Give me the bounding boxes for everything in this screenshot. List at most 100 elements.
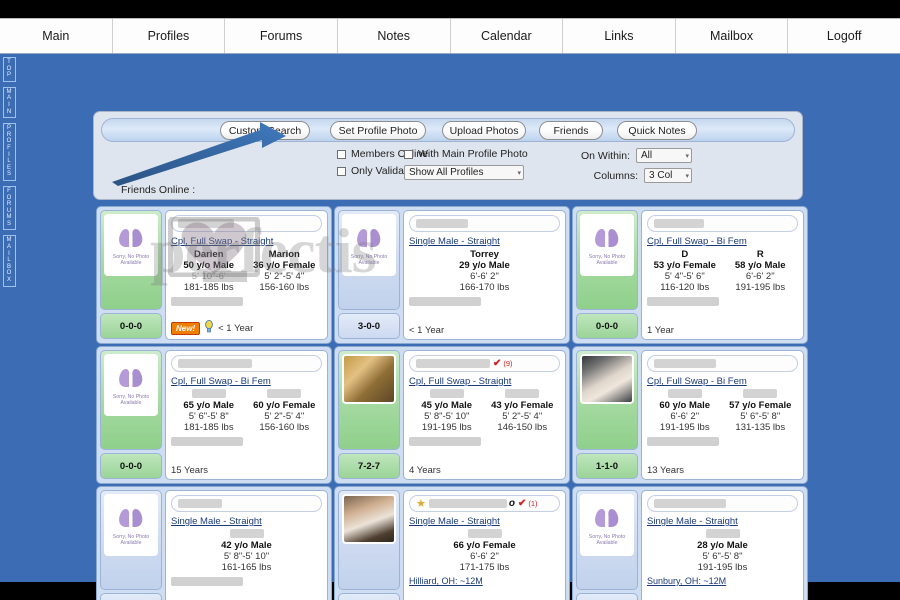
checkbox-icon[interactable] [337,166,346,176]
profile-photo-box[interactable] [338,350,400,450]
nav-tab-forums[interactable]: Forums [225,19,338,53]
profile-photo-column: 7-2-7 [338,350,400,480]
profile-card[interactable]: Sorry, No Photo Available 3-0-0 Single Male… [334,206,570,344]
profile-category-link[interactable]: Single Male - Straight [409,236,560,247]
nav-tab-mailbox[interactable]: Mailbox [675,19,789,53]
profile-card[interactable]: Sorry, No Photo Available 0-0-0 Cpl, Full S… [572,206,808,344]
checkbox-icon[interactable] [404,149,413,159]
profile-detail: Single Male - Straight 28 y/o Male 5' 6"-5… [641,490,804,600]
person-weight: 191-195 lbs [697,562,748,573]
nav-tab-logoff[interactable]: Logoff [788,19,900,53]
profile-person: 28 y/o Male 5' 6"-5' 8" 191-195 lbs [647,529,798,573]
profile-card[interactable]: Sorry, No PhotoAvailable0-0-0Single Male… [572,486,808,600]
profile-photo-box[interactable] [576,350,638,450]
friends-online-label: Friends Online : [121,184,196,196]
profile-photo-box[interactable]: Sorry, No Photo Available [576,490,638,590]
profile-category-link[interactable]: Cpl, Full Swap - Straight [171,236,322,247]
profile-photo-box[interactable]: Sorry, No Photo Available [100,350,162,450]
profile-card-grid: Sorry, No Photo Available 0-0-0 Cpl, Full S… [96,206,808,600]
profile-person: Torrey 29 y/o Male 6'-6' 2" 166-170 lbs [409,249,560,293]
profile-username-bar[interactable]: ✔ (9) [409,355,560,372]
toolbar-button-custom-search[interactable]: Custom Search [220,121,310,140]
profile-category-link[interactable]: Single Male - Straight [171,516,322,527]
profile-photo-box[interactable]: Sorry, No Photo Available [100,210,162,310]
nav-tab-calendar[interactable]: Calendar [450,19,564,53]
profile-detail: Cpl, Full Swap - Straight Darien 50 y/o Ma… [165,210,328,340]
toolbar-button-set-profile-photo[interactable]: Set Profile Photo [330,121,426,140]
profile-location-link[interactable]: Hilliard, OH: ~12M [409,576,560,586]
redacted-person-name [705,529,740,538]
person-height: 5' 2"-5' 4" [502,411,543,422]
profile-category-link[interactable]: Single Male - Straight [409,516,560,527]
no-photo-text: Available [120,260,142,266]
profile-thumbnail[interactable] [342,354,396,404]
profile-people: Torrey 29 y/o Male 6'-6' 2" 166-170 lbs [409,249,560,293]
rail-letter: O [6,65,12,72]
no-photo-text: Available [596,540,618,546]
nav-tab-links[interactable]: Links [563,19,676,53]
nav-tab-profiles[interactable]: Profiles [112,19,226,53]
redacted-username [178,359,252,368]
profile-username-bar[interactable] [647,355,798,372]
toolbar-button-friends[interactable]: Friends [539,121,603,140]
profile-thumbnail[interactable] [580,354,634,404]
person-weight: 171-175 lbs [459,562,510,573]
rail-link-profiles[interactable]: PROFILES [2,123,16,181]
profile-category-link[interactable]: Cpl, Full Swap - Bi Fem [647,376,798,387]
profile-category-link[interactable]: Single Male - Straight [647,516,798,527]
profile-card[interactable]: Sorry, No Photo Available 0-0-0 Cpl, Full S… [96,206,332,344]
profile-filter-select[interactable]: Show All Profiles ▾ [404,165,524,180]
profile-photo-box[interactable] [338,490,400,590]
checkbox-icon[interactable] [337,149,346,159]
profile-card[interactable]: 1-1-0 Cpl, Full Swap - Bi Fem 60 y/o Male 6… [572,346,808,484]
profile-category-link[interactable]: Cpl, Full Swap - Bi Fem [647,236,798,247]
profile-photo-box[interactable]: Sorry, No Photo Available [576,210,638,310]
person-height: 5' 4"-5' 6" [664,271,705,282]
profile-card[interactable]: 7-2-7 ✔ (9) Cpl, Full Swap - Straight 45 y/o… [334,346,570,484]
profile-photo-box[interactable]: Sorry, No Photo Available [338,210,400,310]
nav-tab-main[interactable]: Main [0,19,113,53]
profile-photo-column: Sorry, No PhotoAvailable 0-0-0 [100,490,162,600]
profile-username-bar[interactable] [171,355,322,372]
profile-username-bar[interactable]: ★ o ✔ (1) [409,495,560,512]
toolbar-button-upload-photos[interactable]: Upload Photos [442,121,526,140]
no-photo-placeholder: Sorry, No Photo Available [342,214,396,276]
profile-category-link[interactable]: Cpl, Full Swap - Bi Fem [171,376,322,387]
couple-silhouette-icon [116,226,146,252]
rail-link-main[interactable]: MAIN [2,86,16,119]
profile-person: R 58 y/o Male 6'-6' 2" 191-195 lbs [723,249,799,293]
person-height: 6'-6' 2" [470,271,499,282]
profile-card[interactable]: Sorry, No PhotoAvailable0-0-0 Single Male… [96,486,332,600]
profile-person: 65 y/o Male 5' 6"-5' 8" 181-185 lbs [171,389,247,433]
select-value: Show All Profiles [409,167,484,178]
person-age-gender: 60 y/o Female [253,400,316,411]
favorite-star-icon[interactable]: ★ [416,497,426,510]
profile-username-bar[interactable] [647,495,798,512]
profile-username-bar[interactable] [647,215,798,232]
profile-username-bar[interactable] [409,215,560,232]
person-height: 5' 8"-5' 10" [424,411,470,422]
toolbar-button-quick-notes[interactable]: Quick Notes [617,121,697,140]
rail-link-mailbox[interactable]: MAILBOX [2,235,16,287]
person-age-gender: 36 y/o Female [253,260,316,271]
redacted-location [409,297,481,306]
profile-thumbnail[interactable] [342,494,396,544]
profile-username-bar[interactable] [171,215,322,232]
profile-location-link[interactable]: Sunbury, OH: ~12M [647,576,798,586]
on-within-select[interactable]: All ▾ [636,148,693,163]
profile-category-link[interactable]: Cpl, Full Swap - Straight [409,376,560,387]
columns-select[interactable]: 3 Col ▾ [644,168,693,183]
rail-link-forums[interactable]: FORUMS [2,185,16,231]
profile-username-bar[interactable] [171,495,322,512]
profile-card[interactable]: Sorry, No Photo Available 0-0-0 Cpl, Full S… [96,346,332,484]
rail-letter: O [6,270,12,277]
nav-tab-notes[interactable]: Notes [337,19,451,53]
profile-photo-box[interactable]: Sorry, No Photo Available [100,490,162,590]
member-since: 13 Years [647,465,684,476]
person-age-gender: 65 y/o Male [183,400,235,411]
person-name: R [756,249,764,260]
checkbox-with-main-profile-photo[interactable]: With Main Profile Photo [404,148,528,160]
on-within-label: On Within: [581,149,631,162]
profile-card[interactable]: 1-1-0 ★ o✔(1) Single Male - Straight 66 y/o … [334,486,570,600]
rail-link-top[interactable]: TOP [2,57,16,82]
